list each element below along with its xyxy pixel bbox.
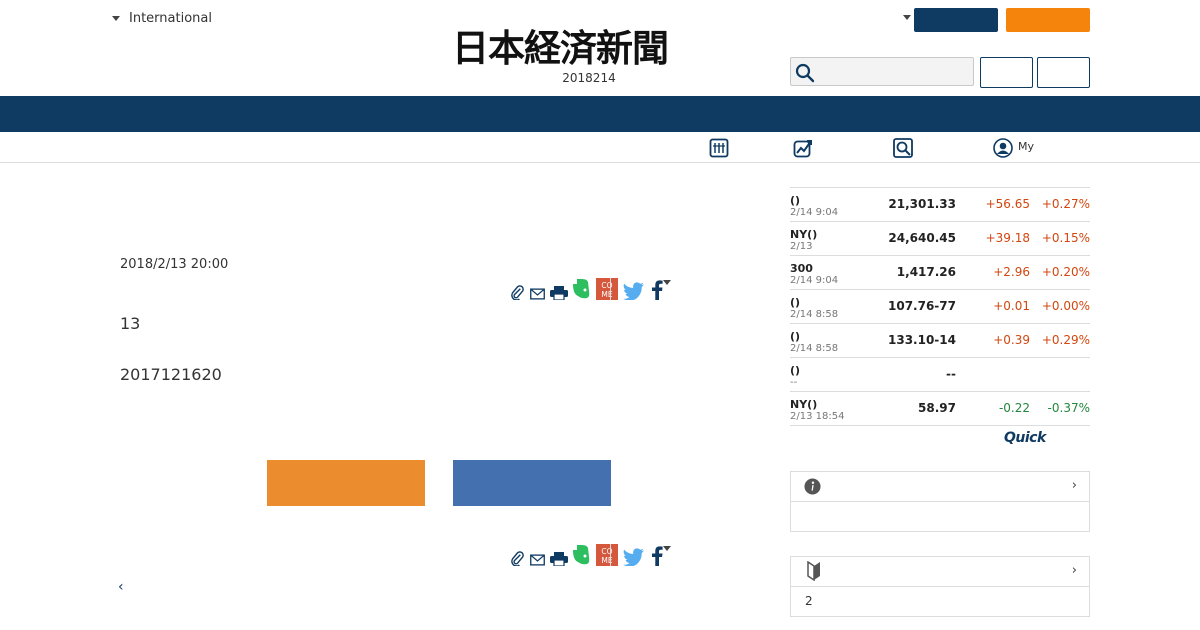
- come-icon[interactable]: CO ME: [596, 278, 619, 300]
- market-row[interactable]: () 2/14 8:58 133.10-14 +0.39 +0.29%: [790, 324, 1090, 358]
- market-row[interactable]: () 2/14 8:58 107.76-77 +0.01 +0.00%: [790, 290, 1090, 324]
- search-icon: [795, 63, 815, 83]
- facebook-icon[interactable]: [651, 280, 663, 300]
- header-outline-button-1[interactable]: [980, 57, 1033, 88]
- edition-date: 2018214: [562, 71, 616, 85]
- market-table: () 2/14 9:04 21,301.33 +56.65 +0.27% NY(…: [790, 187, 1090, 426]
- market-value: 58.97: [918, 401, 956, 415]
- user-icon[interactable]: [993, 138, 1013, 158]
- svg-text:CO: CO: [602, 281, 613, 290]
- svg-text:ME: ME: [602, 290, 613, 299]
- market-percent: +0.00%: [1041, 299, 1090, 313]
- market-value: 133.10-14: [888, 333, 956, 347]
- print-icon[interactable]: [550, 286, 569, 301]
- market-time: 2/14 9:04: [790, 275, 839, 286]
- evernote-icon[interactable]: [573, 278, 591, 300]
- beginner-box-text: 2: [805, 594, 813, 608]
- header-outline-button-2[interactable]: [1037, 57, 1090, 88]
- svg-text:CO: CO: [602, 547, 613, 556]
- market-row[interactable]: NY() 2/13 18:54 58.97 -0.22 -0.37%: [790, 392, 1090, 426]
- share-bar-bottom: CO ME: [510, 544, 765, 570]
- more-caret-icon[interactable]: [662, 546, 671, 570]
- market-name: 300: [790, 262, 813, 275]
- info-box: ›: [790, 471, 1090, 532]
- come-icon[interactable]: CO ME: [596, 544, 619, 566]
- mail-icon[interactable]: [530, 288, 545, 300]
- my-label[interactable]: My: [1018, 140, 1034, 153]
- site-logo[interactable]: 日本経済新聞: [452, 28, 669, 68]
- market-time: 2/14 9:04: [790, 207, 839, 218]
- market-time: 2/14 8:58: [790, 309, 839, 320]
- market-percent: -0.37%: [1047, 401, 1090, 415]
- market-name: NY(): [790, 398, 818, 411]
- chevron-right-icon: ›: [1071, 563, 1077, 578]
- share-bar-top: CO ME: [510, 278, 765, 304]
- market-name: NY(): [790, 228, 818, 241]
- article-paragraph-1: 13: [120, 314, 141, 333]
- evernote-icon[interactable]: [573, 544, 591, 566]
- info-icon: [804, 478, 821, 495]
- search-input[interactable]: [790, 57, 974, 86]
- market-row[interactable]: 300 2/14 9:04 1,417.26 +2.96 +0.20%: [790, 256, 1090, 290]
- market-row[interactable]: NY() 2/13 24,640.45 +39.18 +0.15%: [790, 222, 1090, 256]
- svg-text:ME: ME: [602, 556, 613, 565]
- market-change: +39.18: [985, 231, 1030, 245]
- clip-icon[interactable]: [510, 285, 525, 301]
- subscribe-button[interactable]: [1006, 8, 1090, 32]
- market-value: 107.76-77: [888, 299, 956, 313]
- back-chevron-icon[interactable]: ‹: [118, 579, 124, 595]
- market-name: (): [790, 194, 801, 207]
- market-change: +0.01: [993, 299, 1030, 313]
- market-value: --: [946, 367, 956, 381]
- market-value: 1,417.26: [896, 265, 956, 279]
- market-change: +0.39: [993, 333, 1030, 347]
- market-time: 2/13 18:54: [790, 411, 845, 422]
- article-paragraph-2: 2017121620: [120, 365, 222, 384]
- chevron-right-icon: ›: [1071, 478, 1077, 493]
- market-change: -0.22: [998, 401, 1030, 415]
- account-caret-icon[interactable]: [903, 15, 911, 20]
- beginner-mark-icon: [807, 561, 820, 581]
- market-percent: +0.27%: [1041, 197, 1090, 211]
- main-navigation-bar: [0, 96, 1200, 132]
- clip-icon[interactable]: [510, 551, 525, 567]
- market-name: (): [790, 330, 801, 343]
- beginner-box: › 2: [790, 556, 1090, 617]
- market-time: 2/13: [790, 241, 813, 252]
- edition-selector[interactable]: International: [112, 11, 212, 26]
- quick-logo[interactable]: Quick: [1004, 430, 1046, 446]
- market-name: (): [790, 296, 801, 309]
- twitter-icon[interactable]: [623, 548, 645, 567]
- twitter-icon[interactable]: [623, 282, 645, 301]
- market-value: 21,301.33: [888, 197, 956, 211]
- market-time: --: [790, 377, 798, 388]
- beginner-box-header[interactable]: ›: [791, 557, 1089, 587]
- caret-down-icon: [112, 16, 120, 21]
- market-change: +56.65: [985, 197, 1030, 211]
- market-percent: +0.20%: [1041, 265, 1090, 279]
- market-row[interactable]: () 2/14 9:04 21,301.33 +56.65 +0.27%: [790, 188, 1090, 222]
- market-name: (): [790, 364, 801, 377]
- search-stock-icon[interactable]: [893, 138, 913, 158]
- article-date: 2018/2/13 20:00: [120, 257, 229, 272]
- market-row[interactable]: () -- --: [790, 358, 1090, 392]
- edition-label: International: [129, 11, 212, 26]
- cta-blue-button[interactable]: [453, 460, 611, 506]
- more-caret-icon[interactable]: [662, 280, 671, 304]
- market-percent: +0.15%: [1041, 231, 1090, 245]
- market-value: 24,640.45: [888, 231, 956, 245]
- info-box-header[interactable]: ›: [791, 472, 1089, 502]
- facebook-icon[interactable]: [651, 546, 663, 566]
- print-icon[interactable]: [550, 552, 569, 567]
- mail-icon[interactable]: [530, 554, 545, 566]
- market-percent: +0.29%: [1041, 333, 1090, 347]
- market-change: +2.96: [993, 265, 1030, 279]
- markets-board-icon[interactable]: [709, 138, 729, 158]
- market-time: 2/14 8:58: [790, 343, 839, 354]
- chart-icon[interactable]: [793, 138, 813, 158]
- login-button[interactable]: [914, 8, 998, 32]
- cta-orange-button[interactable]: [267, 460, 425, 506]
